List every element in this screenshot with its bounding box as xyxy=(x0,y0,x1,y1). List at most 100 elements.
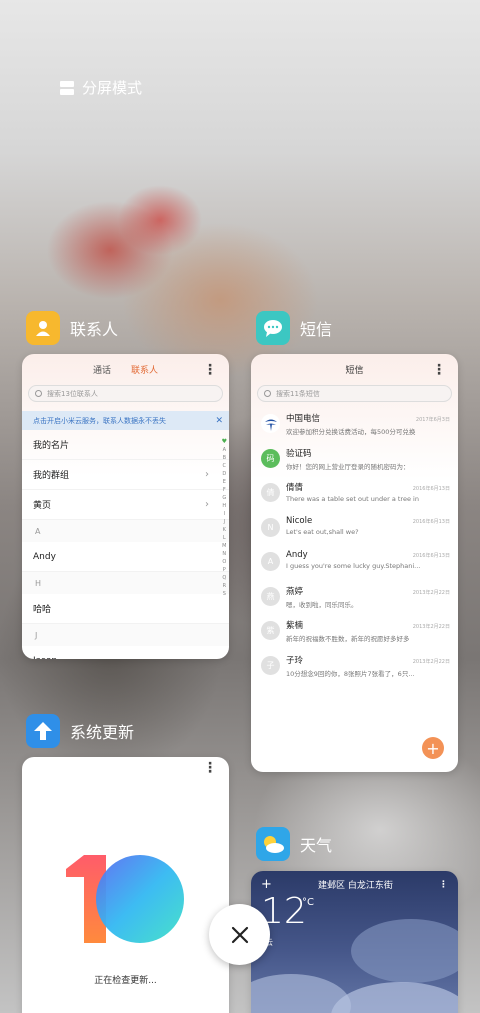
alphabet-index-letter[interactable]: E xyxy=(223,479,226,485)
alphabet-index-letter[interactable]: R xyxy=(223,583,226,589)
more-menu-icon[interactable]: ⋮ xyxy=(203,363,217,377)
clear-all-button[interactable] xyxy=(209,904,270,965)
contacts-search-input[interactable]: 搜索13位联系人 xyxy=(28,385,223,402)
contact-row[interactable]: 哈哈 xyxy=(22,594,229,624)
message-thread[interactable]: 码验证码 你好！您的网上营业厅登录的随机密码为： xyxy=(251,447,458,482)
contacts-section-header: H xyxy=(22,572,229,594)
alphabet-index-letter[interactable]: Q xyxy=(222,575,226,581)
message-preview: Let's eat out,shall we? xyxy=(286,527,359,536)
message-body: 倩倩 2016年6月13日 There was a table set out un… xyxy=(286,481,450,503)
update-app-header: 系统更新 xyxy=(26,714,134,748)
alphabet-index-letter[interactable]: ♥ xyxy=(222,438,227,445)
split-screen-button[interactable]: 分屏模式 xyxy=(60,77,142,98)
weather-app-card[interactable]: + 建邺区 白龙江东街 ⋮ 12 °C 云 xyxy=(251,871,458,1013)
alphabet-index-letter[interactable]: H xyxy=(222,503,226,509)
contact-row-label: Jason xyxy=(33,656,57,660)
more-menu-icon[interactable]: ⋮ xyxy=(439,880,448,890)
alphabet-index-letter[interactable]: S xyxy=(223,591,226,597)
contacts-app-card[interactable]: 通话 联系人 ⋮ 搜索13位联系人 点击开启小米云服务，联系人数据永不丢失 ✕ … xyxy=(22,354,229,659)
temperature-unit: °C xyxy=(302,897,314,908)
update-status: 正在检查更新... xyxy=(94,976,157,986)
alphabet-index-letter[interactable]: N xyxy=(222,551,226,557)
cloud-sync-banner[interactable]: 点击开启小米云服务，联系人数据永不丢失 ✕ xyxy=(22,411,229,430)
message-sender: 燕婷 xyxy=(286,586,304,597)
contacts-section-header: A xyxy=(22,520,229,542)
weather-app-name: 天气 xyxy=(300,836,333,855)
sms-title: 短信 xyxy=(345,366,364,376)
alphabet-index-letter[interactable]: F xyxy=(223,487,226,493)
message-body: 子玲 2013年2月22日 10分想念9回的你，8张照片7张看了，6只... xyxy=(286,654,450,678)
message-sender: 验证码 xyxy=(286,448,312,459)
update-app-card[interactable]: ⋮ 正在检查更新... xyxy=(22,757,229,1013)
sms-app-card[interactable]: 短信 ⋮ 搜索11条短信 中国电信 2017年6月3日 欢迎参加积分兑换话费活动，每… xyxy=(251,354,458,772)
weather-app-header: 天气 xyxy=(256,827,332,861)
message-body: Nicole 2016年6月13日 Let's eat out,shall we? xyxy=(286,516,450,536)
alphabet-index-letter[interactable]: B xyxy=(223,455,226,461)
tab-contacts[interactable]: 联系人 xyxy=(131,363,158,376)
contact-row[interactable]: 我的名片 xyxy=(22,430,229,460)
sms-app-name: 短信 xyxy=(300,320,333,339)
update-app-name: 系统更新 xyxy=(70,723,135,742)
message-sender: 中国电信 xyxy=(286,414,321,424)
alphabet-index[interactable]: ♥ A B C D E F G H I J K L M N O P Q R S xyxy=(222,438,227,597)
message-preview: I guess you're some lucky guy.Stephani..… xyxy=(286,562,421,570)
message-date: 2017年6月3日 xyxy=(415,417,450,423)
contact-avatar: 燕 xyxy=(261,586,280,606)
alphabet-index-letter[interactable]: J xyxy=(224,519,225,525)
alphabet-index-letter[interactable]: O xyxy=(222,559,226,565)
message-thread[interactable]: 燕燕婷 2013年2月22日 嗯，收到啦，同乐同乐。 xyxy=(251,585,458,620)
message-sender: Nicole xyxy=(286,515,313,526)
message-body: 燕婷 2013年2月22日 嗯，收到啦，同乐同乐。 xyxy=(286,585,450,609)
search-icon xyxy=(264,390,271,397)
chevron-right-icon: › xyxy=(205,499,209,510)
miui-10-logo xyxy=(66,855,184,943)
split-screen-label: 分屏模式 xyxy=(82,79,143,97)
message-thread[interactable]: 倩倩倩 2016年6月13日 There was a table set out u… xyxy=(251,481,458,516)
alphabet-index-letter[interactable]: A xyxy=(223,447,226,453)
weather-top-bar: + 建邺区 白龙江东街 ⋮ xyxy=(251,871,458,892)
more-menu-icon[interactable]: ⋮ xyxy=(432,363,446,377)
alphabet-index-letter[interactable]: D xyxy=(222,471,226,477)
message-thread[interactable]: A Andy 2016年6月13日 I guess you're some lucky… xyxy=(251,550,458,585)
message-date: 2013年2月22日 xyxy=(412,658,450,665)
chevron-right-icon: › xyxy=(205,469,209,480)
more-menu-icon[interactable]: ⋮ xyxy=(203,761,217,775)
message-thread[interactable]: 紫紫楠 2013年2月22日 新年的祝福数不胜数，新年的祝愿好多好多 xyxy=(251,619,458,654)
message-thread[interactable]: N Nicole 2016年6月13日 Let's eat out,shall we? xyxy=(251,516,458,551)
contact-row[interactable]: 黄页 › xyxy=(22,490,229,520)
alphabet-index-letter[interactable]: K xyxy=(223,527,226,533)
add-city-icon[interactable]: + xyxy=(261,877,272,892)
split-screen-icon xyxy=(60,80,74,95)
new-message-button[interactable]: + xyxy=(422,737,444,759)
sms-search-input[interactable]: 搜索11条短信 xyxy=(257,385,452,402)
message-sender: 紫楠 xyxy=(286,621,304,631)
contacts-list: 我的名片我的群组 › 黄页 › A Andy H 哈哈 J Jason xyxy=(22,430,229,659)
contact-row-label: 我的名片 xyxy=(33,441,70,451)
contact-row[interactable]: Jason xyxy=(22,646,229,660)
alphabet-index-letter[interactable]: G xyxy=(222,495,226,501)
alphabet-index-letter[interactable]: C xyxy=(223,463,227,469)
alphabet-index-letter[interactable]: M xyxy=(222,543,226,549)
message-date: 2016年6月13日 xyxy=(412,486,450,492)
alphabet-index-letter[interactable]: P xyxy=(223,567,226,573)
message-thread[interactable]: 中国电信 2017年6月3日 欢迎参加积分兑换话费活动，每500分可兑换 xyxy=(251,412,458,447)
message-date: 2016年6月13日 xyxy=(412,518,450,525)
weather-location: 建邺区 白龙江东街 xyxy=(318,881,393,891)
message-thread[interactable]: 子子玲 2013年2月22日 10分想念9回的你，8张照片7张看了，6只... xyxy=(251,654,458,689)
contact-row-label: 哈哈 xyxy=(33,605,52,615)
contacts-app-name: 联系人 xyxy=(70,320,119,339)
message-body: 紫楠 2013年2月22日 新年的祝福数不胜数，新年的祝愿好多好多 xyxy=(286,619,450,643)
contact-avatar: N xyxy=(261,517,280,537)
message-list: 中国电信 2017年6月3日 欢迎参加积分兑换话费活动，每500分可兑换码验证码 你好… xyxy=(251,412,458,688)
contact-row[interactable]: Andy xyxy=(22,542,229,572)
contact-avatar: A xyxy=(261,552,280,571)
search-icon xyxy=(35,390,42,397)
tab-calls[interactable]: 通话 xyxy=(93,363,111,376)
close-icon[interactable]: ✕ xyxy=(215,416,223,426)
alphabet-index-letter[interactable]: L xyxy=(223,535,226,541)
alphabet-index-letter[interactable]: I xyxy=(224,511,225,517)
contact-row[interactable]: 我的群组 › xyxy=(22,460,229,490)
message-sender: Andy xyxy=(286,550,308,560)
message-body: 中国电信 2017年6月3日 欢迎参加积分兑换话费活动，每500分可兑换 xyxy=(286,412,450,436)
message-date: 2016年6月13日 xyxy=(412,553,450,559)
